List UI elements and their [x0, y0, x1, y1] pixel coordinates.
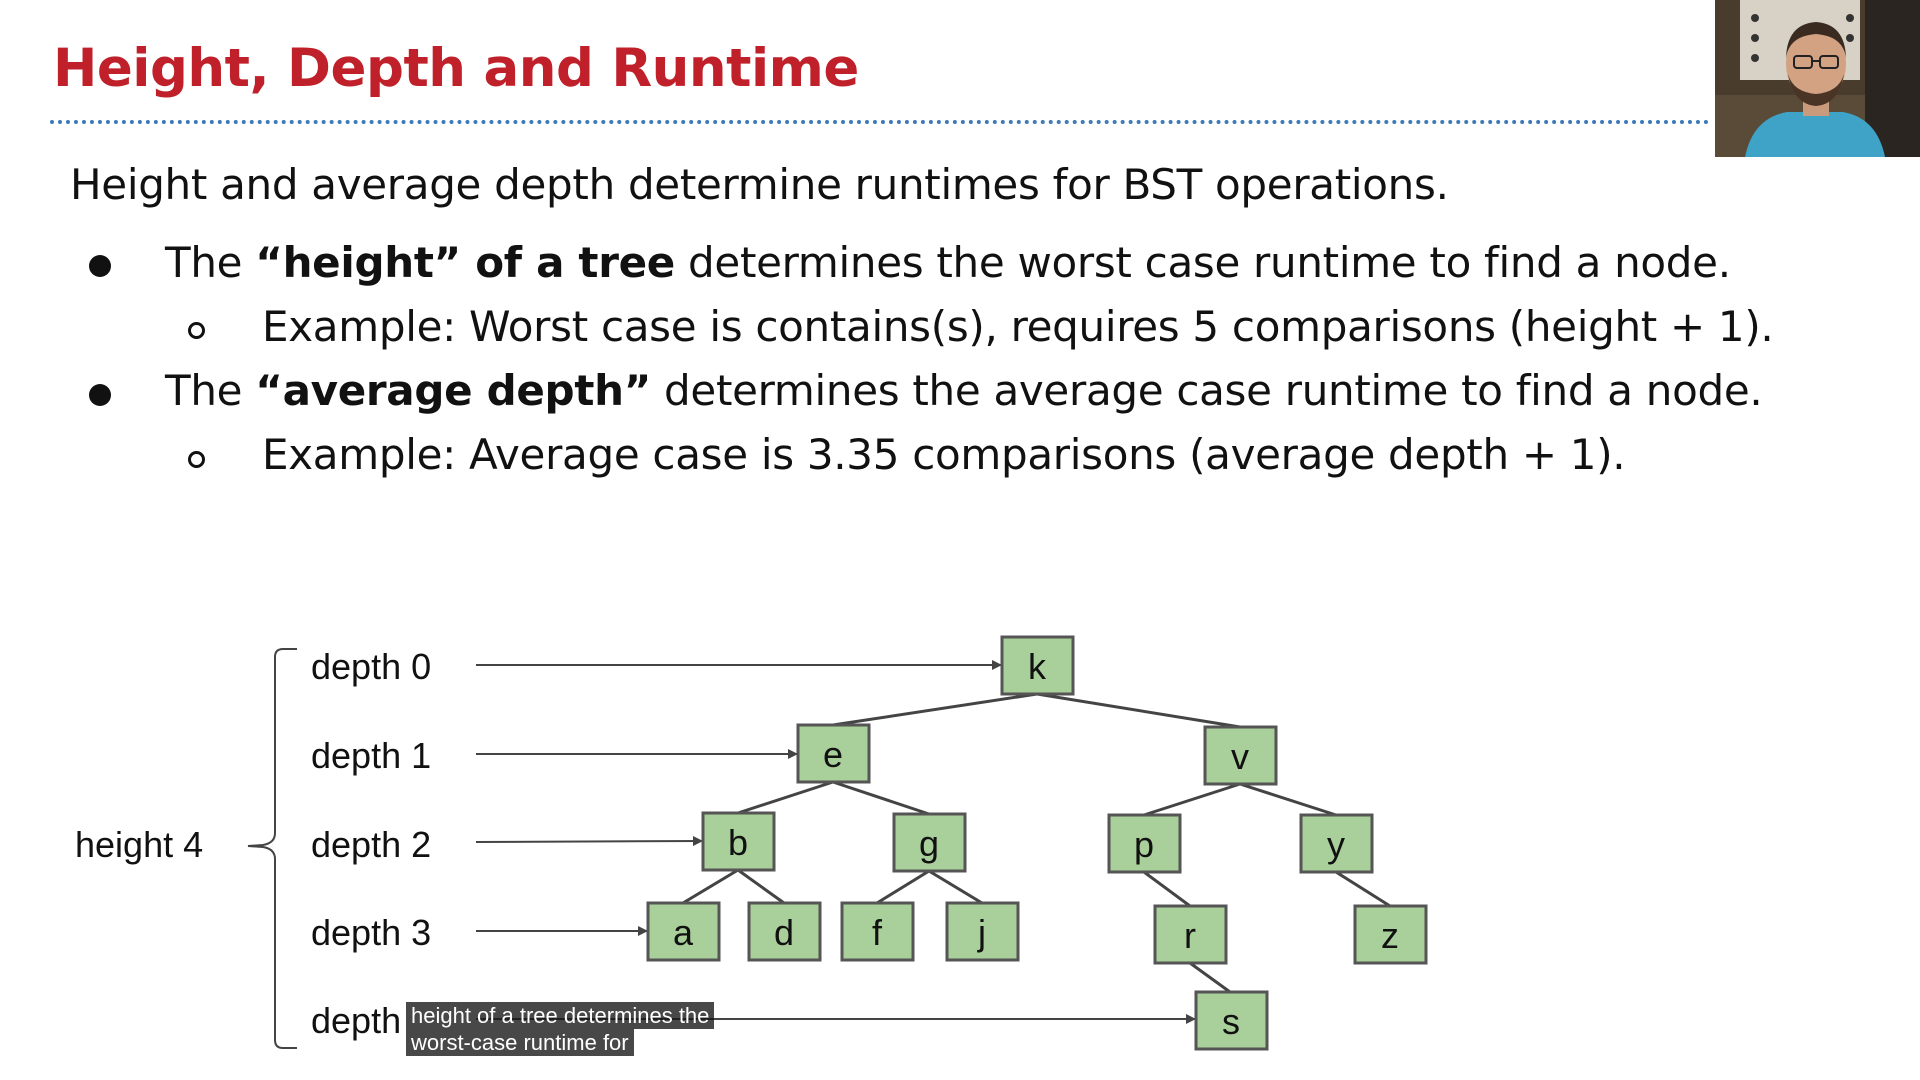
video-caption: height of a tree determines the worst-ca… — [406, 1002, 715, 1056]
depth-label-1: depth 1 — [311, 735, 431, 776]
bst-diagram: height 4 depth 0 depth 1 depth 2 depth 3… — [75, 635, 1428, 1051]
height-brace — [247, 648, 297, 1049]
node-j: j — [977, 912, 986, 953]
node-z: z — [1381, 915, 1399, 956]
depth-arrow-2 — [475, 836, 703, 847]
depth-label-0: depth 0 — [311, 646, 431, 687]
caption-line-2: worst-case runtime for — [406, 1029, 634, 1056]
node-p: p — [1134, 824, 1154, 865]
depth-label-2: depth 2 — [311, 824, 431, 865]
node-v: v — [1231, 736, 1249, 777]
node-r: r — [1184, 915, 1196, 956]
depth-label-4: depth — [311, 1000, 401, 1041]
node-a: a — [673, 912, 694, 953]
caption-line-1: height of a tree determines the — [406, 1002, 715, 1029]
node-k: k — [1028, 646, 1047, 687]
depth-label-3: depth 3 — [311, 912, 431, 953]
node-g: g — [919, 823, 939, 864]
node-d: d — [774, 912, 794, 953]
height-label: height 4 — [75, 824, 203, 865]
node-s: s — [1222, 1001, 1240, 1042]
node-f: f — [872, 912, 883, 953]
node-e: e — [823, 734, 843, 775]
node-b: b — [728, 822, 748, 863]
node-y: y — [1327, 824, 1345, 865]
